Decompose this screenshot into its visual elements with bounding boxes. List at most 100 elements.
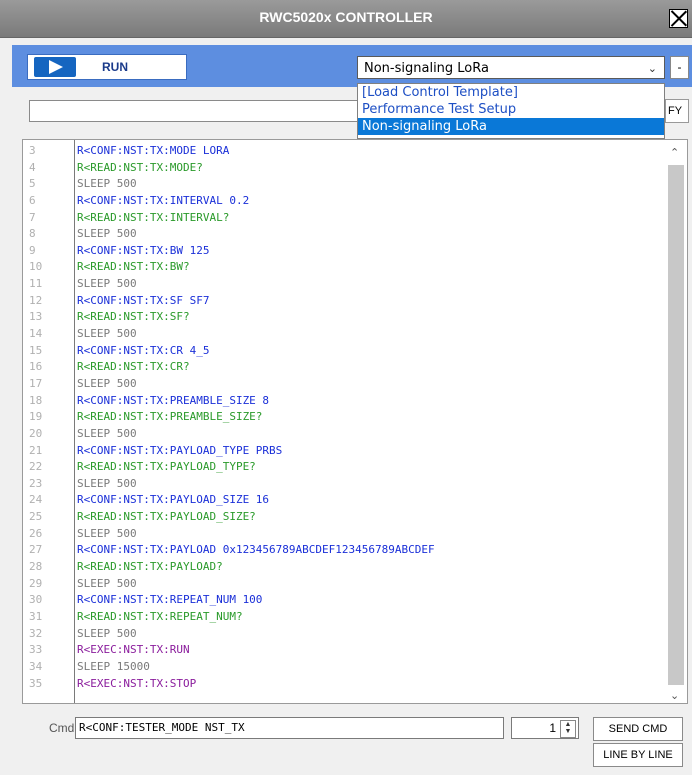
line-number: 10 (29, 260, 43, 274)
code-line[interactable]: 13 R<READ:NST:TX:SF? (23, 309, 663, 326)
scroll-up-icon[interactable]: ⌃ (670, 146, 679, 159)
code-text: R<READ:NST:TX:PREAMBLE_SIZE? (77, 410, 263, 424)
code-text: R<CONF:NST:TX:CR 4_5 (77, 343, 210, 357)
code-line[interactable]: 27 R<CONF:NST:TX:PAYLOAD 0x123456789ABCDE… (23, 542, 663, 559)
line-number: 6 (29, 193, 36, 207)
dropdown-option[interactable]: [Load Control Template] (358, 84, 664, 101)
code-text: R<CONF:NST:TX:PAYLOAD_TYPE PRBS (77, 443, 283, 457)
line-number: 8 (29, 227, 36, 241)
code-line[interactable]: 32 SLEEP 500 (23, 626, 663, 643)
code-text: R<READ:NST:TX:PAYLOAD? (77, 560, 223, 574)
play-icon (34, 57, 76, 77)
line-number: 4 (29, 160, 36, 174)
code-line[interactable]: 8 SLEEP 500 (23, 226, 663, 243)
run-button[interactable]: RUN (27, 54, 187, 80)
script-path-field[interactable] (29, 100, 359, 122)
minimize-button[interactable]: - (670, 56, 689, 79)
line-number: 20 (29, 426, 43, 440)
code-line[interactable]: 28 R<READ:NST:TX:PAYLOAD? (23, 559, 663, 576)
code-text: SLEEP 500 (77, 576, 137, 590)
code-text: R<READ:NST:TX:BW? (77, 260, 190, 274)
line-number: 33 (29, 643, 43, 657)
code-line[interactable]: 33 R<EXEC:NST:TX:RUN (23, 642, 663, 659)
code-line[interactable]: 7 R<READ:NST:TX:INTERVAL? (23, 210, 663, 227)
line-number: 5 (29, 177, 36, 191)
code-text: R<READ:NST:TX:SF? (77, 310, 190, 324)
code-line[interactable]: 10 R<READ:NST:TX:BW? (23, 259, 663, 276)
code-text: R<READ:NST:TX:PAYLOAD_TYPE? (77, 460, 256, 474)
line-number: 34 (29, 659, 43, 673)
cmd-input[interactable]: R<CONF:TESTER_MODE NST_TX (75, 717, 504, 739)
code-line[interactable]: 11 SLEEP 500 (23, 276, 663, 293)
line-number: 15 (29, 343, 43, 357)
code-text: SLEEP 500 (77, 277, 137, 291)
send-cmd-button[interactable]: SEND CMD (593, 717, 683, 741)
template-select-value: Non-signaling LoRa (364, 61, 489, 76)
dropdown-option[interactable]: Performance Test Setup (358, 101, 664, 118)
code-text: R<READ:NST:TX:CR? (77, 360, 190, 374)
line-number: 9 (29, 243, 36, 257)
line-number: 16 (29, 360, 43, 374)
code-text: R<CONF:NST:TX:REPEAT_NUM 100 (77, 593, 263, 607)
code-line[interactable]: 35 R<EXEC:NST:TX:STOP (23, 676, 663, 693)
line-by-line-button[interactable]: LINE BY LINE (593, 743, 683, 767)
template-dropdown-list: [Load Control Template] Performance Test… (357, 83, 665, 139)
code-line[interactable]: 26 SLEEP 500 (23, 526, 663, 543)
close-icon[interactable] (669, 9, 688, 28)
code-line[interactable]: 6 R<CONF:NST:TX:INTERVAL 0.2 (23, 193, 663, 210)
template-select[interactable]: Non-signaling LoRa ⌄ (357, 56, 665, 79)
code-text: SLEEP 500 (77, 626, 137, 640)
code-line[interactable]: 5 SLEEP 500 (23, 176, 663, 193)
code-line[interactable]: 20 SLEEP 500 (23, 426, 663, 443)
line-number: 14 (29, 327, 43, 341)
line-number: 17 (29, 376, 43, 390)
code-text: SLEEP 500 (77, 227, 137, 241)
code-text: R<READ:NST:TX:REPEAT_NUM? (77, 609, 243, 623)
code-text: R<CONF:NST:TX:PAYLOAD 0x123456789ABCDEF1… (77, 543, 435, 557)
window-title: RWC5020x CONTROLLER (259, 9, 433, 25)
code-line[interactable]: 18 R<CONF:NST:TX:PREAMBLE_SIZE 8 (23, 393, 663, 410)
script-editor[interactable]: 3 R<CONF:NST:TX:MODE LORA 4 R<READ:NST:TX:M… (22, 139, 688, 704)
code-line[interactable]: 17 SLEEP 500 (23, 376, 663, 393)
repeat-count-stepper[interactable]: 1 ▲ ▼ (511, 717, 579, 739)
code-line[interactable]: 21 R<CONF:NST:TX:PAYLOAD_TYPE PRBS (23, 443, 663, 460)
code-text: SLEEP 500 (77, 476, 137, 490)
code-line[interactable]: 22 R<READ:NST:TX:PAYLOAD_TYPE? (23, 459, 663, 476)
line-number: 19 (29, 410, 43, 424)
line-number: 29 (29, 576, 43, 590)
code-line[interactable]: 14 SLEEP 500 (23, 326, 663, 343)
title-bar: RWC5020x CONTROLLER (0, 0, 692, 38)
code-line[interactable]: 24 R<CONF:NST:TX:PAYLOAD_SIZE 16 (23, 492, 663, 509)
code-text: R<CONF:NST:TX:SF SF7 (77, 293, 210, 307)
code-text: SLEEP 500 (77, 376, 137, 390)
chevron-down-icon: ⌄ (647, 63, 657, 75)
code-line[interactable]: 3 R<CONF:NST:TX:MODE LORA (23, 143, 663, 160)
code-line[interactable]: 15 R<CONF:NST:TX:CR 4_5 (23, 343, 663, 360)
line-number: 28 (29, 560, 43, 574)
modify-button[interactable]: FY (665, 99, 689, 123)
dropdown-option-selected[interactable]: Non-signaling LoRa (358, 118, 664, 135)
code-line[interactable]: 25 R<READ:NST:TX:PAYLOAD_SIZE? (23, 509, 663, 526)
code-line[interactable]: 4 R<READ:NST:TX:MODE? (23, 160, 663, 177)
code-line[interactable]: 34 SLEEP 15000 (23, 659, 663, 676)
line-number: 35 (29, 676, 43, 690)
code-line[interactable]: 16 R<READ:NST:TX:CR? (23, 359, 663, 376)
code-text: SLEEP 500 (77, 426, 137, 440)
scroll-down-icon[interactable]: ⌄ (670, 689, 679, 702)
line-number: 24 (29, 493, 43, 507)
scrollbar-thumb[interactable] (668, 165, 684, 685)
stepper-arrows-icon[interactable]: ▲ ▼ (560, 720, 576, 738)
code-text: R<EXEC:NST:TX:RUN (77, 643, 190, 657)
code-line[interactable]: 30 R<CONF:NST:TX:REPEAT_NUM 100 (23, 592, 663, 609)
code-line[interactable]: 19 R<READ:NST:TX:PREAMBLE_SIZE? (23, 409, 663, 426)
repeat-count-value: 1 (549, 721, 556, 735)
line-number: 30 (29, 593, 43, 607)
code-line[interactable]: 12 R<CONF:NST:TX:SF SF7 (23, 293, 663, 310)
code-line[interactable]: 31 R<READ:NST:TX:REPEAT_NUM? (23, 609, 663, 626)
code-text: R<EXEC:NST:TX:STOP (77, 676, 197, 690)
code-text: SLEEP 500 (77, 526, 137, 540)
code-line[interactable]: 23 SLEEP 500 (23, 476, 663, 493)
code-line[interactable]: 9 R<CONF:NST:TX:BW 125 (23, 243, 663, 260)
code-line[interactable]: 29 SLEEP 500 (23, 576, 663, 593)
line-number: 11 (29, 277, 43, 291)
